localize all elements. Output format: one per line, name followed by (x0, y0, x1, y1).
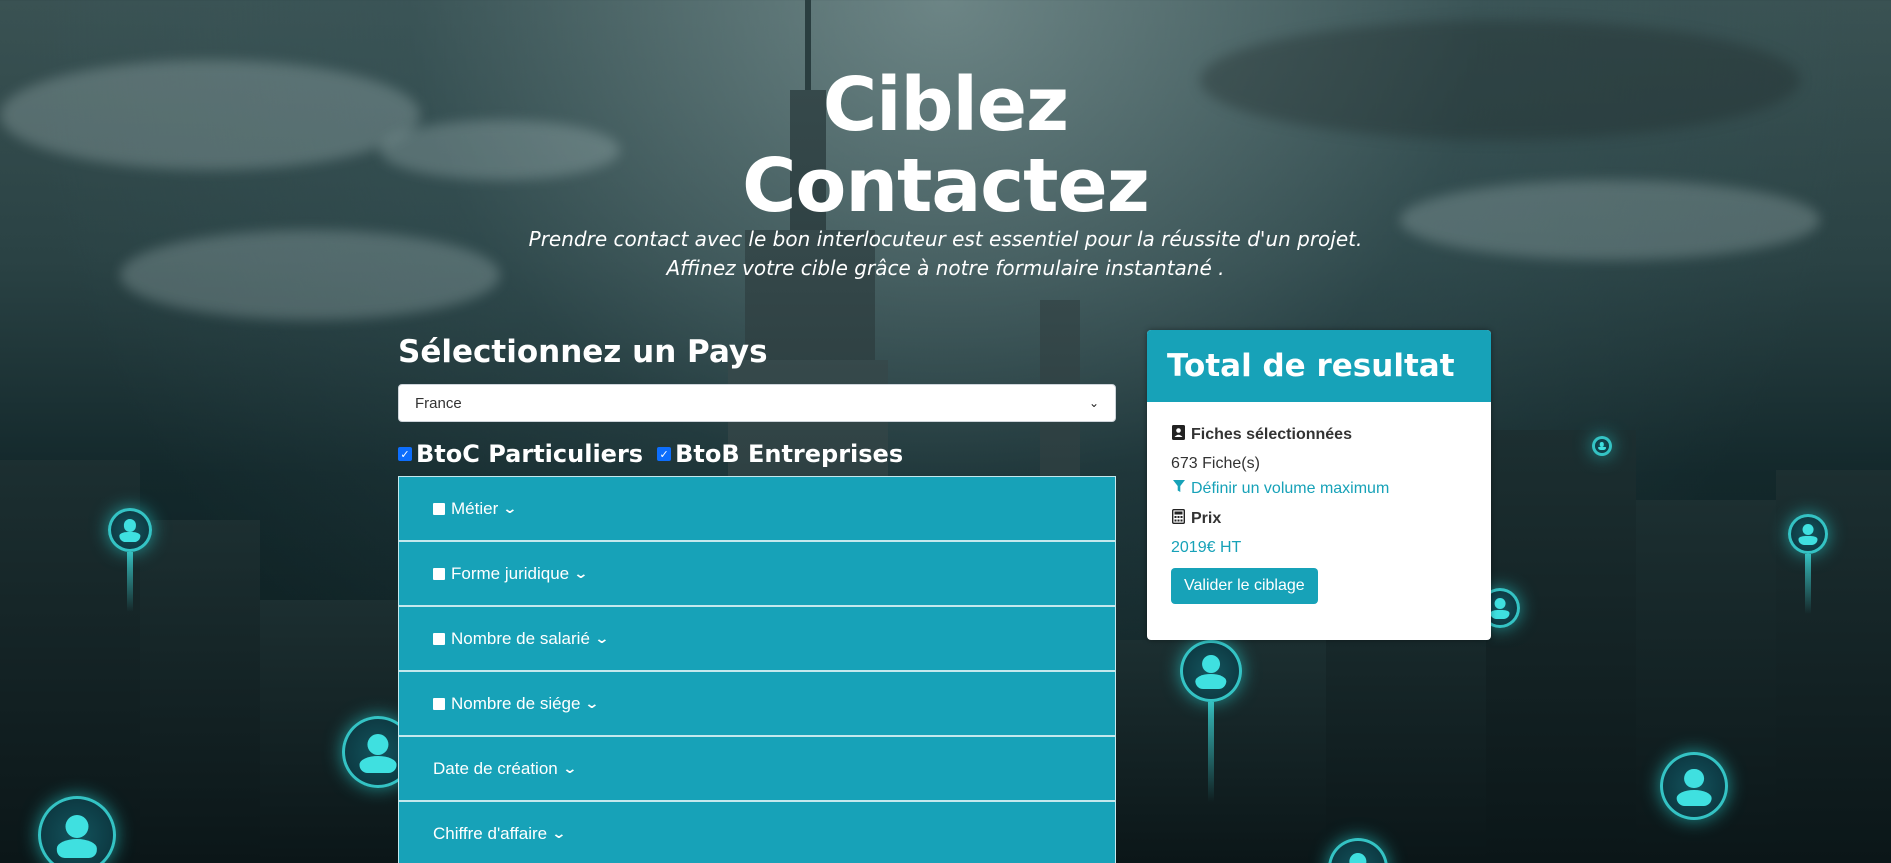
price-value: 2019€ HT (1171, 538, 1242, 556)
filter-label: Chiffre d'affaire (433, 823, 548, 843)
hero-subtitle-line2: Affinez votre cible grâce à notre formul… (666, 256, 1225, 280)
btoc-label: BtoC Particuliers (416, 440, 644, 468)
btob-checkbox-option[interactable]: ✓ BtoB Entreprises (657, 440, 903, 468)
price-label: Prix (1191, 509, 1222, 527)
btob-checkbox[interactable]: ✓ (657, 447, 672, 461)
max-volume-link[interactable]: Définir un volume maximum (1171, 476, 1467, 501)
btoc-checkbox[interactable]: ✓ (398, 447, 412, 461)
target-type-checkboxes: ✓ BtoC Particuliers ✓ BtoB Entreprises (398, 440, 903, 468)
filter-nombre-siege[interactable]: Nombre de siége ⌄ (398, 671, 1116, 736)
filter-metier-checkbox[interactable] (433, 502, 445, 515)
filter-forme-juridique[interactable]: Forme juridique ⌄ (398, 541, 1116, 606)
hero-subtitle-line1: Prendre contact avec le bon interlocuteu… (528, 227, 1363, 251)
filter-accordion: Métier ⌄ Forme juridique ⌄ Nombre de sal… (398, 476, 1116, 863)
country-select-value: France (415, 394, 462, 412)
filter-label: Nombre de salarié (451, 628, 590, 648)
result-card: Total de resultat Fiches sélectionnées 6… (1147, 330, 1491, 640)
filter-label: Forme juridique (451, 563, 570, 583)
max-volume-link-text: Définir un volume maximum (1191, 479, 1390, 497)
chevron-down-icon: ⌄ (584, 695, 600, 711)
country-heading: Sélectionnez un Pays (398, 334, 768, 370)
calculator-icon (1171, 508, 1186, 529)
filter-label: Nombre de siége (451, 693, 581, 713)
hero-title-line1: Ciblez (822, 62, 1069, 148)
btob-label: BtoB Entreprises (675, 440, 904, 468)
chevron-down-icon: ⌄ (551, 825, 567, 841)
contact-book-icon (1171, 424, 1186, 445)
btoc-checkbox-option[interactable]: ✓ BtoC Particuliers (398, 440, 643, 468)
filter-nombre-salarie-checkbox[interactable] (433, 632, 445, 645)
filter-metier[interactable]: Métier ⌄ (398, 476, 1116, 541)
filter-icon (1171, 479, 1186, 498)
chevron-down-icon: ⌄ (561, 760, 578, 776)
country-select[interactable]: France ⌄ (398, 384, 1116, 422)
chevron-down-icon: ⌄ (1088, 396, 1099, 410)
hero-title-line2: Contactez (742, 143, 1150, 229)
chevron-down-icon: ⌄ (573, 565, 589, 581)
filter-forme-juridique-checkbox[interactable] (433, 567, 445, 580)
chevron-down-icon: ⌄ (502, 500, 518, 516)
filter-date-creation[interactable]: Date de création ⌄ (398, 736, 1116, 801)
result-card-title: Total de resultat (1147, 330, 1491, 402)
selected-records-label: Fiches sélectionnées (1191, 425, 1352, 443)
filter-chiffre-affaire[interactable]: Chiffre d'affaire ⌄ (398, 801, 1116, 863)
filter-nombre-siege-checkbox[interactable] (433, 697, 445, 710)
validate-targeting-button[interactable]: Valider le ciblage (1171, 568, 1318, 604)
chevron-down-icon: ⌄ (594, 630, 610, 646)
filter-label: Date de création (433, 758, 558, 778)
filter-label: Métier (451, 498, 499, 518)
records-count: 673 Fiche(s) (1171, 454, 1260, 472)
filter-nombre-salarie[interactable]: Nombre de salarié ⌄ (398, 606, 1116, 671)
